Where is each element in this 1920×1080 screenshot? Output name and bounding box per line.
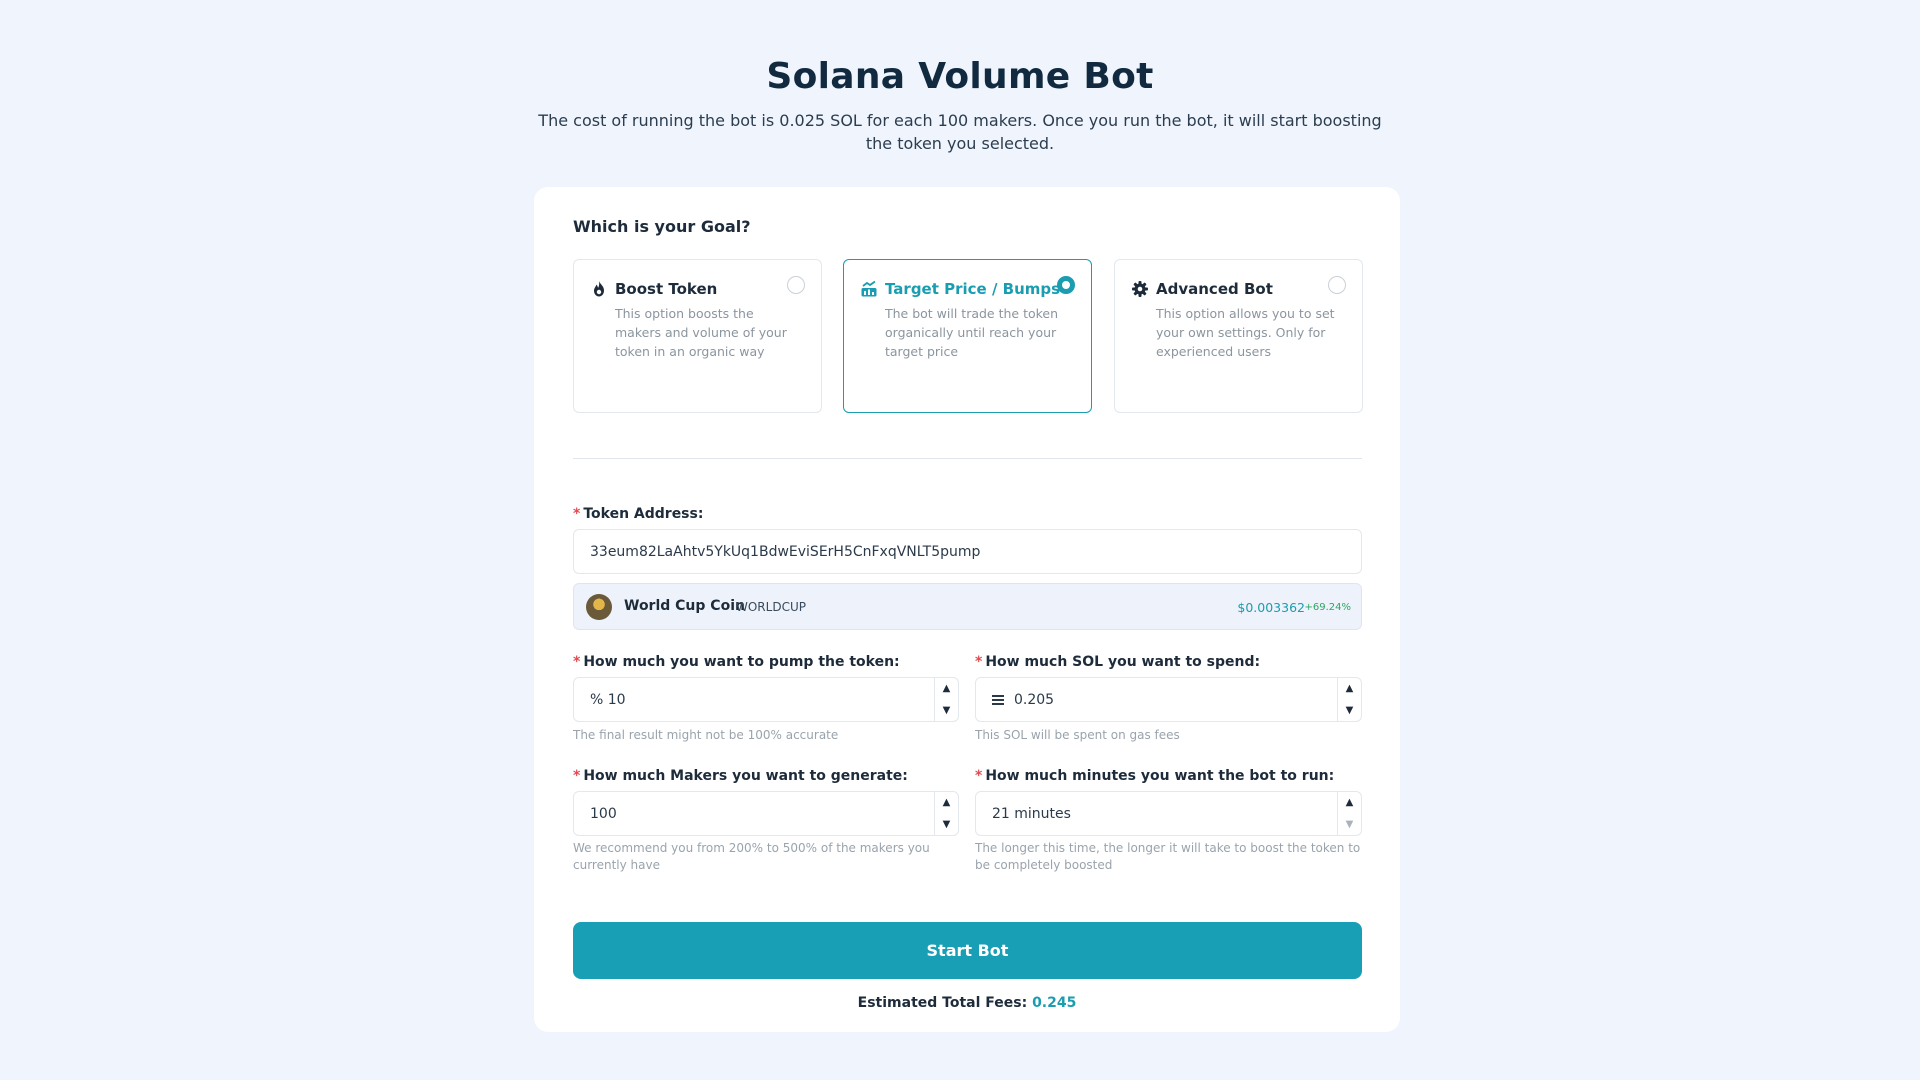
- minutes-stepper[interactable]: ▲ ▼: [1337, 792, 1361, 835]
- pump-label: * How much you want to pump the token:: [573, 654, 900, 670]
- makers-input[interactable]: 100 ▲ ▼: [573, 791, 959, 836]
- increment-arrow-icon[interactable]: ▲: [1338, 678, 1361, 700]
- minutes-value: 21 minutes: [992, 805, 1071, 822]
- token-price: $0.003362: [1237, 600, 1305, 615]
- goal-label: Which is your Goal?: [573, 217, 751, 236]
- makers-label: * How much Makers you want to generate:: [573, 768, 908, 784]
- token-address-value: 33eum82LaAhtv5YkUq1BdwEviSErH5CnFxqVNLT5…: [590, 543, 981, 560]
- goal-option-description: This option boosts the makers and volume…: [615, 306, 787, 359]
- pump-input[interactable]: % 10 ▲ ▼: [573, 677, 959, 722]
- goal-option-title: Target Price / Bumps: [885, 280, 1061, 298]
- increment-arrow-icon[interactable]: ▲: [935, 792, 958, 814]
- sol-value: 0.205: [1014, 691, 1055, 708]
- sol-label: * How much SOL you want to spend:: [975, 654, 1260, 670]
- sol-stepper[interactable]: ▲ ▼: [1337, 678, 1361, 721]
- token-address-input[interactable]: 33eum82LaAhtv5YkUq1BdwEviSErH5CnFxqVNLT5…: [573, 529, 1362, 574]
- estimated-fees-value: 0.245: [1032, 995, 1077, 1011]
- section-divider: [573, 458, 1362, 459]
- start-bot-button[interactable]: Start Bot: [573, 922, 1362, 979]
- pump-label-text: How much you want to pump the token:: [583, 654, 900, 670]
- required-mark: *: [975, 768, 983, 784]
- bot-form-card: Which is your Goal? Boost Token This opt…: [534, 187, 1400, 1032]
- token-address-label: * Token Address:: [573, 506, 703, 522]
- goal-option-target-price[interactable]: Target Price / Bumps The bot will trade …: [843, 259, 1092, 413]
- token-info-panel: World Cup Coin WORLDCUP $0.003362 +69.24…: [573, 583, 1362, 630]
- goal-radio-boost-token[interactable]: [787, 276, 805, 294]
- makers-label-text: How much Makers you want to generate:: [583, 768, 908, 784]
- pump-value: % 10: [590, 691, 626, 708]
- sol-input[interactable]: 0.205 ▲ ▼: [975, 677, 1362, 722]
- page-header: Solana Volume Bot The cost of running th…: [0, 56, 1920, 155]
- estimated-fees-label: Estimated Total Fees:: [857, 995, 1028, 1011]
- estimated-fees: Estimated Total Fees: 0.245: [534, 995, 1400, 1011]
- pump-stepper[interactable]: ▲ ▼: [934, 678, 958, 721]
- pump-hint: The final result might not be 100% accur…: [573, 728, 839, 742]
- gear-icon: [1132, 281, 1148, 297]
- increment-arrow-icon[interactable]: ▲: [935, 678, 958, 700]
- required-mark: *: [975, 654, 983, 670]
- goal-radio-target-price[interactable]: [1057, 276, 1075, 294]
- minutes-label: * How much minutes you want the bot to ru…: [975, 768, 1334, 784]
- increment-arrow-icon[interactable]: ▲: [1338, 792, 1361, 814]
- required-mark: *: [573, 654, 581, 670]
- minutes-hint: The longer this time, the longer it will…: [975, 841, 1361, 872]
- sol-label-text: How much SOL you want to spend:: [985, 654, 1261, 670]
- decrement-arrow-icon[interactable]: ▼: [935, 814, 958, 836]
- chart-icon: [861, 280, 877, 297]
- makers-stepper[interactable]: ▲ ▼: [934, 792, 958, 835]
- goal-option-title: Boost Token: [615, 280, 718, 298]
- required-mark: *: [573, 506, 581, 522]
- decrement-arrow-icon[interactable]: ▼: [935, 700, 958, 722]
- makers-hint: We recommend you from 200% to 500% of th…: [573, 841, 930, 872]
- token-avatar: [586, 594, 612, 620]
- minutes-input[interactable]: 21 minutes ▲ ▼: [975, 791, 1362, 836]
- goal-option-advanced-bot[interactable]: Advanced Bot This option allows you to s…: [1114, 259, 1363, 413]
- goal-option-description: The bot will trade the token organically…: [885, 306, 1059, 359]
- solana-icon: [992, 693, 1004, 707]
- required-mark: *: [573, 768, 581, 784]
- token-price-change: +69.24%: [1304, 602, 1351, 613]
- goal-option-boost-token[interactable]: Boost Token This option boosts the maker…: [573, 259, 822, 413]
- token-address-label-text: Token Address:: [583, 506, 704, 522]
- token-name: World Cup Coin: [624, 598, 745, 614]
- goal-option-description: This option allows you to set your own s…: [1156, 306, 1335, 359]
- goal-option-title: Advanced Bot: [1156, 280, 1273, 298]
- makers-value: 100: [590, 805, 617, 822]
- minutes-label-text: How much minutes you want the bot to run…: [985, 768, 1335, 784]
- page-title: Solana Volume Bot: [766, 56, 1154, 97]
- fire-icon: [594, 281, 604, 297]
- token-symbol: WORLDCUP: [736, 600, 806, 614]
- decrement-arrow-icon[interactable]: ▼: [1338, 700, 1361, 722]
- page-subtitle: The cost of running the bot is 0.025 SOL…: [538, 111, 1382, 153]
- sol-hint: This SOL will be spent on gas fees: [975, 728, 1180, 742]
- decrement-arrow-icon[interactable]: ▼: [1338, 814, 1361, 836]
- goal-radio-advanced-bot[interactable]: [1328, 276, 1346, 294]
